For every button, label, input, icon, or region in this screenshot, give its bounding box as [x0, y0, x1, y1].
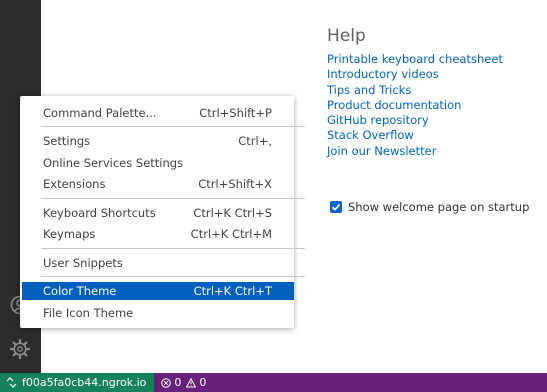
menu-item-user-snippets[interactable]: User Snippets — [22, 254, 294, 272]
warning-count: 0 — [199, 376, 207, 389]
help-link-introductory-videos[interactable]: Introductory videos — [327, 67, 503, 82]
error-icon — [161, 377, 172, 388]
help-link-github-repository[interactable]: GitHub repository — [327, 113, 503, 128]
menu-separator — [41, 248, 305, 249]
menu-item-keymaps[interactable]: Keymaps Ctrl+K Ctrl+M — [22, 225, 294, 243]
menu-item-shortcut: Ctrl+K Ctrl+M — [190, 227, 272, 241]
menu-item-command-palette[interactable]: Command Palette... Ctrl+Shift+P — [22, 104, 294, 122]
help-section: Help Printable keyboard cheatsheet Intro… — [327, 26, 503, 159]
menu-item-shortcut: Ctrl+K Ctrl+S — [193, 206, 272, 220]
help-link-newsletter[interactable]: Join our Newsletter — [327, 144, 503, 159]
problems-indicator[interactable]: 0 0 — [161, 376, 206, 389]
remote-icon — [6, 377, 17, 388]
show-welcome-checkbox[interactable] — [330, 201, 342, 213]
manage-menu: Command Palette... Ctrl+Shift+P Settings… — [20, 96, 305, 328]
menu-separator — [41, 126, 305, 127]
menu-item-shortcut: Ctrl+, — [238, 134, 272, 148]
menu-item-label: Keyboard Shortcuts — [43, 206, 156, 220]
menu-item-label: Color Theme — [43, 284, 117, 298]
show-welcome-startup-option: Show welcome page on startup — [330, 200, 529, 214]
menu-item-label: Online Services Settings — [43, 156, 184, 170]
menu-item-color-theme[interactable]: Color Theme Ctrl+K Ctrl+T — [22, 282, 294, 300]
menu-item-label: Command Palette... — [43, 106, 157, 120]
status-bar: f00a5fa0cb44.ngrok.io 0 0 — [0, 373, 547, 392]
warning-icon — [186, 377, 197, 387]
menu-item-shortcut: Ctrl+Shift+X — [198, 177, 272, 191]
help-link-keyboard-cheatsheet[interactable]: Printable keyboard cheatsheet — [327, 52, 503, 67]
remote-indicator[interactable]: f00a5fa0cb44.ngrok.io — [0, 373, 155, 392]
check-icon — [331, 203, 341, 211]
menu-item-file-icon-theme[interactable]: File Icon Theme — [22, 304, 294, 322]
menu-item-label: User Snippets — [43, 256, 123, 270]
menu-item-keyboard-shortcuts[interactable]: Keyboard Shortcuts Ctrl+K Ctrl+S — [22, 204, 294, 222]
help-title: Help — [327, 26, 366, 46]
menu-separator — [41, 276, 305, 277]
menu-item-online-services-settings[interactable]: Online Services Settings — [22, 154, 294, 172]
gear-icon[interactable] — [8, 337, 32, 361]
menu-item-label: Extensions — [43, 177, 106, 191]
menu-item-label: Keymaps — [43, 227, 96, 241]
menu-item-label: File Icon Theme — [43, 306, 134, 320]
remote-host: f00a5fa0cb44.ngrok.io — [22, 376, 147, 389]
menu-item-label: Settings — [43, 134, 91, 148]
show-welcome-label: Show welcome page on startup — [348, 200, 530, 214]
help-link-product-documentation[interactable]: Product documentation — [327, 98, 503, 113]
menu-item-shortcut: Ctrl+K Ctrl+T — [193, 284, 272, 298]
menu-item-extensions[interactable]: Extensions Ctrl+Shift+X — [22, 175, 294, 193]
error-count: 0 — [174, 376, 182, 389]
help-link-tips-and-tricks[interactable]: Tips and Tricks — [327, 83, 503, 98]
menu-separator — [41, 198, 305, 199]
menu-item-shortcut: Ctrl+Shift+P — [199, 106, 272, 120]
help-link-stack-overflow[interactable]: Stack Overflow — [327, 128, 503, 143]
menu-item-settings[interactable]: Settings Ctrl+, — [22, 132, 294, 150]
